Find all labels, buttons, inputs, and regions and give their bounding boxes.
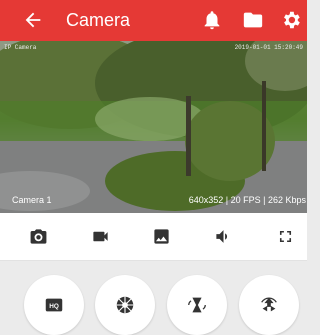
arrow-back-icon[interactable]	[22, 8, 44, 32]
bell-icon[interactable]	[201, 9, 223, 31]
camera-name-label: Camera 1	[12, 195, 52, 205]
volume-button[interactable]	[194, 213, 252, 260]
page-title: Camera	[66, 10, 131, 30]
volume-icon	[215, 230, 227, 243]
hourglass-icon	[188, 297, 206, 313]
fullscreen-button[interactable]	[256, 213, 314, 260]
folder-icon[interactable]	[242, 9, 264, 31]
hq-label: HQ	[49, 303, 59, 310]
ptz-button[interactable]	[239, 275, 299, 335]
app-bar: Camera	[0, 0, 307, 41]
snapshot-button[interactable]	[9, 213, 67, 260]
hq-button[interactable]: HQ	[24, 275, 84, 335]
video-osd-timestamp: 2019-01-01 15:20:49	[234, 44, 303, 51]
gear-icon[interactable]	[280, 9, 302, 31]
media-toolbar	[0, 213, 307, 261]
ptz-icon	[261, 297, 277, 312]
video-osd-left: IP Camera	[4, 44, 37, 51]
hourglass-button[interactable]	[167, 275, 227, 335]
aperture-icon	[116, 296, 134, 314]
hq-icon: HQ	[45, 298, 63, 312]
record-button[interactable]	[71, 213, 129, 260]
fullscreen-icon	[279, 230, 291, 243]
video-feed[interactable]: IP Camera 2019-01-01 15:20:49 Camera 1 6…	[0, 41, 307, 213]
gallery-button[interactable]	[132, 213, 190, 260]
stream-info-label: 640x352 | 20 FPS | 262 Kbps	[188, 195, 306, 205]
camera-scene	[0, 41, 307, 213]
control-panel: HQ	[0, 261, 307, 335]
gallery-icon	[153, 229, 169, 244]
aperture-button[interactable]	[95, 275, 155, 335]
video-record-icon	[92, 231, 108, 242]
camera-snapshot-icon	[30, 229, 46, 244]
